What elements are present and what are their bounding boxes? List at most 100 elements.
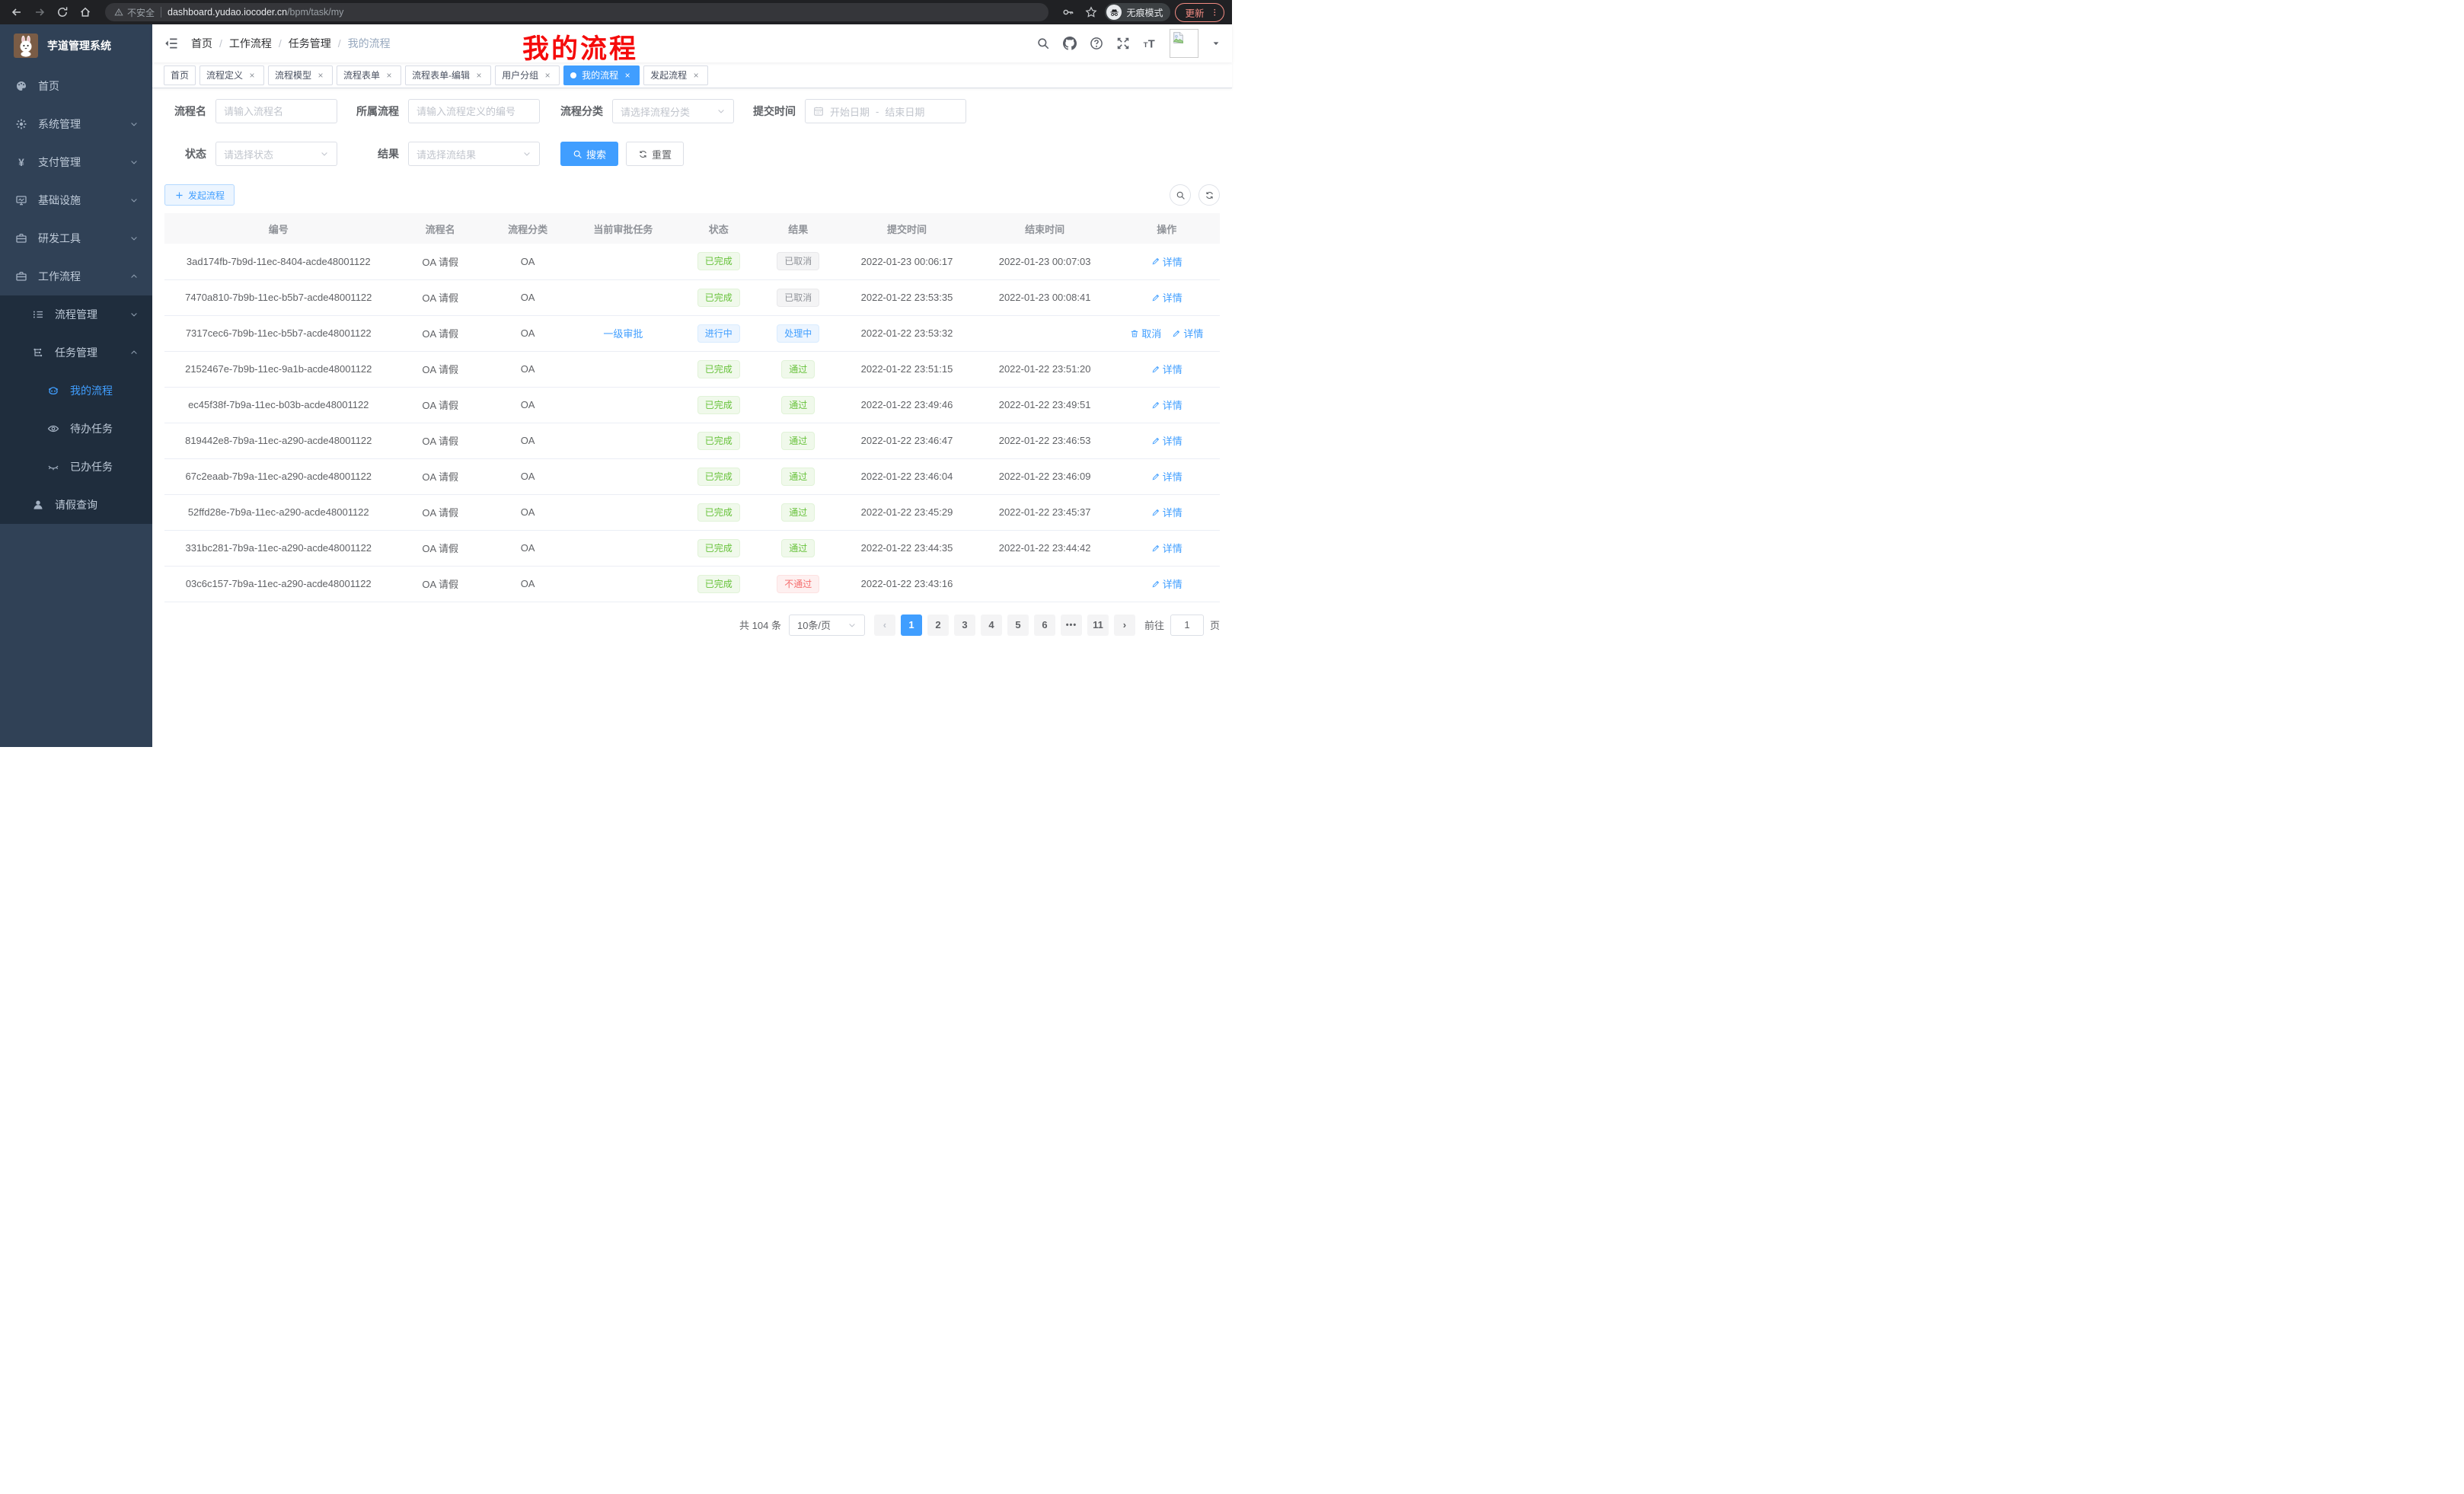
col-status: 状态	[679, 213, 758, 244]
current-task-link[interactable]: 一级审批	[603, 328, 643, 340]
tab-close-icon[interactable]: ×	[691, 70, 701, 81]
sidebar-item-process-management[interactable]: 流程管理	[0, 295, 152, 334]
tab-close-icon[interactable]: ×	[384, 70, 394, 81]
submit-time-range[interactable]: 开始日期 - 结束日期	[805, 99, 966, 123]
header-search-icon[interactable]	[1036, 37, 1050, 50]
detail-link[interactable]: 详情	[1151, 433, 1183, 448]
category-select[interactable]: 请选择流程分类	[612, 99, 734, 123]
sidebar-item-workflow[interactable]: 工作流程	[0, 257, 152, 295]
sidebar-menu: 首页 系统管理 ¥ 支付管理 基础设施 研发工具 工作流程 流程管理 任务管理	[0, 67, 152, 524]
tab-close-icon[interactable]: ×	[474, 70, 484, 81]
pager-page-2[interactable]: 2	[927, 615, 949, 636]
fullscreen-icon[interactable]	[1116, 37, 1130, 50]
cell-actions: 详情	[1114, 244, 1220, 279]
cancel-link[interactable]: 取消	[1130, 326, 1161, 340]
detail-link[interactable]: 详情	[1151, 290, 1183, 305]
pager-page-1[interactable]: 1	[901, 615, 922, 636]
tab-close-icon[interactable]: ×	[622, 70, 633, 81]
chrome-update-button[interactable]: 更新	[1175, 3, 1224, 22]
process-name-input[interactable]	[215, 99, 337, 123]
detail-link[interactable]: 详情	[1151, 541, 1183, 555]
start-process-button[interactable]: 发起流程	[164, 184, 235, 206]
page-size-select[interactable]: 10条/页	[789, 615, 865, 636]
sidebar-item-my-process[interactable]: 我的流程	[0, 372, 152, 410]
sidebar-toggle-icon[interactable]	[164, 36, 179, 51]
breadcrumb-task-management[interactable]: 任务管理	[289, 36, 331, 51]
tab-process-model[interactable]: 流程模型 ×	[268, 65, 333, 85]
address-bar[interactable]: 不安全 dashboard.yudao.iocoder.cn/bpm/task/…	[105, 3, 1048, 21]
sidebar-item-todo-tasks[interactable]: 待办任务	[0, 410, 152, 448]
detail-link[interactable]: 详情	[1151, 254, 1183, 269]
reset-button[interactable]: 重置	[626, 142, 684, 166]
detail-link[interactable]: 详情	[1151, 505, 1183, 519]
cell-id: 3ad174fb-7b9d-11ec-8404-acde48001122	[164, 244, 393, 279]
sidebar-item-done-tasks[interactable]: 已办任务	[0, 448, 152, 486]
tab-close-icon[interactable]: ×	[315, 70, 326, 81]
sidebar-item-payment-management[interactable]: ¥ 支付管理	[0, 143, 152, 181]
pager-page-6[interactable]: 6	[1034, 615, 1055, 636]
sidebar-item-task-management[interactable]: 任务管理	[0, 334, 152, 372]
detail-link[interactable]: 详情	[1151, 469, 1183, 484]
pager-page-5[interactable]: 5	[1007, 615, 1029, 636]
detail-link[interactable]: 详情	[1172, 326, 1203, 340]
tab-close-icon[interactable]: ×	[542, 70, 553, 81]
pager-prev[interactable]: ‹	[874, 615, 895, 636]
tab-user-group[interactable]: 用户分组 ×	[495, 65, 560, 85]
tab-close-icon[interactable]: ×	[247, 70, 257, 81]
browser-reload-button[interactable]	[53, 3, 72, 21]
pager-next[interactable]: ›	[1114, 615, 1135, 636]
search-button[interactable]: 搜索	[560, 142, 618, 166]
process-definition-input[interactable]	[408, 99, 540, 123]
tab-start-process[interactable]: 发起流程 ×	[643, 65, 708, 85]
tab-bar: 首页 流程定义 × 流程模型 × 流程表单 × 流程表单-编辑 × 用户分组 ×…	[152, 62, 1232, 88]
eye-icon	[47, 423, 59, 435]
sidebar-item-home[interactable]: 首页	[0, 67, 152, 105]
tree-icon	[32, 308, 44, 321]
pager-page-4[interactable]: 4	[981, 615, 1002, 636]
breadcrumb-home[interactable]: 首页	[191, 36, 212, 51]
goto-label: 前往	[1144, 618, 1164, 632]
help-icon[interactable]	[1090, 37, 1103, 50]
detail-link[interactable]: 详情	[1151, 397, 1183, 412]
security-chip[interactable]: 不安全	[114, 6, 155, 19]
app-logo[interactable]: 芋道管理系统	[0, 24, 152, 67]
sidebar-item-system-management[interactable]: 系统管理	[0, 105, 152, 143]
tab-process-definition[interactable]: 流程定义 ×	[199, 65, 264, 85]
browser-home-button[interactable]	[76, 3, 94, 21]
cell-id: 7317cec6-7b9b-11ec-b5b7-acde48001122	[164, 315, 393, 351]
show-search-button[interactable]	[1170, 184, 1191, 206]
goto-page-input[interactable]	[1170, 615, 1204, 636]
tab-home[interactable]: 首页	[164, 65, 196, 85]
cell-end-time: 2022-01-23 00:07:03	[976, 244, 1114, 279]
cell-submit-time: 2022-01-22 23:43:16	[838, 566, 975, 602]
sidebar-item-leave-query[interactable]: 请假查询	[0, 486, 152, 524]
detail-link[interactable]: 详情	[1151, 362, 1183, 376]
github-icon[interactable]	[1063, 37, 1077, 50]
password-key-button[interactable]	[1059, 3, 1077, 21]
tab-my-process[interactable]: 我的流程 ×	[563, 65, 640, 85]
font-size-icon[interactable]: TT	[1143, 37, 1157, 50]
cell-actions: 详情	[1114, 387, 1220, 423]
user-menu-caret-icon[interactable]	[1211, 39, 1221, 48]
tab-process-form[interactable]: 流程表单 ×	[337, 65, 401, 85]
pager-page-3[interactable]: 3	[954, 615, 975, 636]
detail-link[interactable]: 详情	[1151, 576, 1183, 591]
browser-back-button[interactable]	[8, 3, 26, 21]
sidebar-item-infrastructure[interactable]: 基础设施	[0, 181, 152, 219]
sidebar-item-dev-tools[interactable]: 研发工具	[0, 219, 152, 257]
result-select[interactable]: 请选择流结果	[408, 142, 540, 166]
breadcrumb-workflow[interactable]: 工作流程	[229, 36, 272, 51]
security-label: 不安全	[127, 6, 155, 19]
cell-end-time: 2022-01-22 23:49:51	[976, 387, 1114, 423]
incognito-badge: 无痕模式	[1105, 3, 1170, 21]
table-row: ec45f38f-7b9a-11ec-b03b-acde48001122 OA …	[164, 387, 1220, 423]
bookmark-star-button[interactable]	[1082, 3, 1100, 21]
cell-status: 已完成	[679, 279, 758, 315]
pager-more[interactable]: •••	[1061, 615, 1082, 636]
avatar[interactable]	[1170, 29, 1198, 58]
refresh-table-button[interactable]	[1198, 184, 1220, 206]
browser-forward-button[interactable]	[30, 3, 49, 21]
tab-process-form-edit[interactable]: 流程表单-编辑 ×	[405, 65, 491, 85]
pager-page-11[interactable]: 11	[1087, 615, 1109, 636]
status-select[interactable]: 请选择状态	[215, 142, 337, 166]
